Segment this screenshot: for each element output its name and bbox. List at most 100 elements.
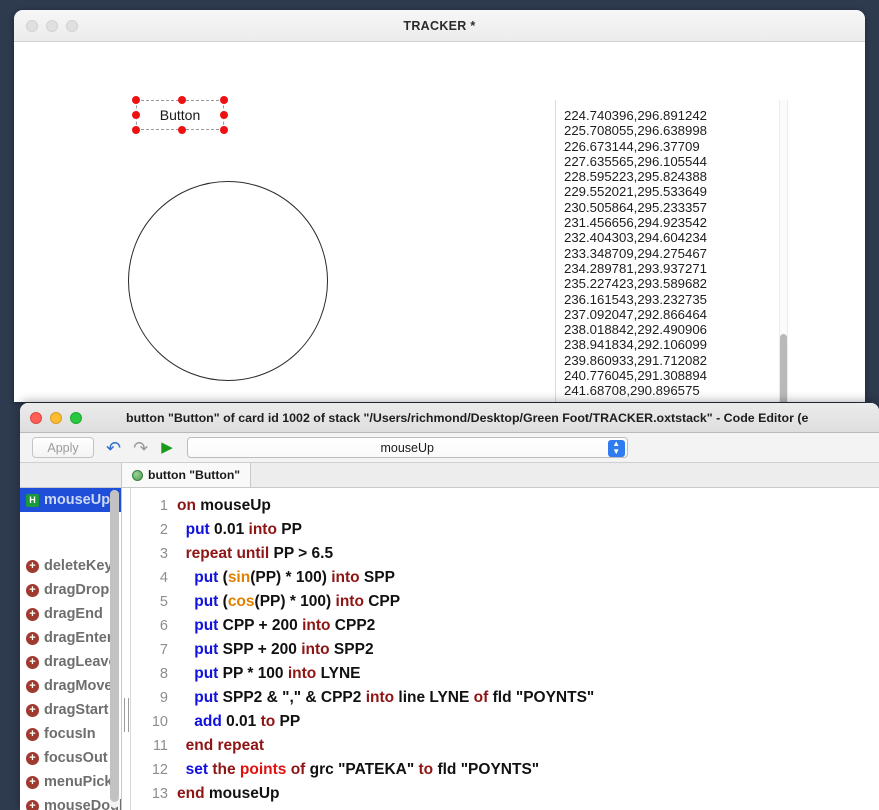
code-token: PP (276, 521, 302, 538)
handler-list-item-dragend[interactable]: + dragEnd (20, 602, 121, 626)
handler-list-item-menupick[interactable]: + menuPick (20, 770, 121, 794)
code-editor-tabbar: button "Button" (20, 463, 879, 488)
minimize-button[interactable] (50, 412, 62, 424)
zoom-button[interactable] (70, 412, 82, 424)
handler-list-scrollbar-thumb[interactable] (110, 490, 119, 802)
code-token: put (194, 665, 219, 682)
code-line-text: put (sin(PP) * 100) into SPP (177, 569, 395, 587)
code-line[interactable]: 4 put (sin(PP) * 100) into SPP (131, 569, 879, 593)
code-line[interactable]: 10 add 0.01 to PP (131, 713, 879, 737)
poynts-line: 233.348709,294.275467 (564, 245, 708, 261)
add-handler-icon: + (26, 799, 39, 810)
code-line[interactable]: 13 end mouseUp (131, 785, 879, 809)
code-token: put (194, 641, 219, 658)
code-line[interactable]: 1 on mouseUp (131, 497, 879, 521)
resize-handle-middle-right[interactable] (220, 111, 228, 119)
tab-button-script[interactable]: button "Button" (122, 463, 252, 487)
code-token: into (248, 521, 277, 538)
poynts-line: 240.776045,291.308894 (564, 368, 708, 384)
code-editor-window: button "Button" of card id 1002 of stack… (20, 403, 879, 810)
handler-list-item-dragstart[interactable]: + dragStart (20, 698, 121, 722)
poynts-scrollbar-thumb[interactable] (780, 334, 787, 402)
handler-list-item-deletekey[interactable]: + deleteKey (20, 554, 121, 578)
redo-arrow-icon[interactable]: ↷ (133, 439, 148, 457)
handler-list-item-focusout[interactable]: + focusOut (20, 746, 121, 770)
resize-handle-middle-left[interactable] (132, 111, 140, 119)
code-line[interactable]: 3 repeat until PP > 6.5 (131, 545, 879, 569)
resize-handle-top-left[interactable] (132, 96, 140, 104)
pane-divider[interactable] (122, 488, 131, 810)
code-line[interactable]: 12 set the points of grc "PATEKA" to fld… (131, 761, 879, 785)
code-line[interactable]: 11 end repeat (131, 737, 879, 761)
handler-list-item-dragdrop[interactable]: + dragDrop (20, 578, 121, 602)
handler-list-item-focusin[interactable]: + focusIn (20, 722, 121, 746)
code-lines: 1 on mouseUp 2 put 0.01 into PP 3 repeat un… (131, 497, 879, 810)
tab-label: button "Button" (148, 468, 241, 482)
code-line[interactable]: 2 put 0.01 into PP (131, 521, 879, 545)
resize-handle-bottom-right[interactable] (220, 126, 228, 134)
undo-arrow-icon[interactable]: ↶ (106, 439, 121, 457)
resize-handle-bottom-center[interactable] (178, 126, 186, 134)
line-number: 10 (151, 714, 168, 730)
poynts-line: 224.740396,296.891242 (564, 108, 708, 123)
divider-grip-icon[interactable] (124, 698, 129, 732)
close-button-disabled (26, 20, 38, 32)
code-token: put (194, 569, 219, 586)
code-token: mouseUp (195, 497, 271, 514)
handler-list-item-label: dragStart (44, 702, 109, 718)
handler-list[interactable]: HmouseUp + deleteKey + dragDrop + dragEnd + drag… (20, 488, 122, 810)
play-triangle-icon[interactable]: ▶ (161, 440, 173, 455)
code-line-text: on mouseUp (177, 497, 271, 515)
minimize-button-disabled (46, 20, 58, 32)
tracker-card-canvas[interactable]: Button 224.740396,296.891242 225.708055,2… (14, 42, 865, 402)
handler-present-icon: H (26, 493, 39, 507)
handler-list-item-mouseup[interactable]: HmouseUp (20, 488, 121, 512)
button-object-selected[interactable]: Button (132, 96, 228, 134)
poynts-line: 229.552021,295.533649 (564, 184, 708, 200)
handler-list-items: HmouseUp + deleteKey + dragDrop + dragEnd + drag… (20, 488, 121, 810)
tracker-titlebar[interactable]: TRACKER * (14, 10, 865, 42)
code-line[interactable]: 7 put SPP + 200 into SPP2 (131, 641, 879, 665)
code-line-text: put PP * 100 into LYNE (177, 665, 361, 683)
add-handler-icon: + (26, 775, 39, 789)
resize-handle-top-center[interactable] (178, 96, 186, 104)
handler-list-item-dragleave[interactable]: + dragLeave (20, 650, 121, 674)
code-token: sin (227, 569, 251, 586)
code-token: SPP2 & "," & CPP2 (218, 689, 366, 706)
zoom-button-disabled (66, 20, 78, 32)
code-line[interactable]: 5 put (cos(PP) * 100) into CPP (131, 593, 879, 617)
code-token: on (177, 497, 196, 514)
poynts-text-field[interactable]: 224.740396,296.891242 225.708055,296.6389… (555, 100, 793, 402)
chevron-updown-icon[interactable]: ▲ ▼ (607, 439, 625, 457)
code-token: grc "PATEKA" (305, 761, 419, 778)
code-line[interactable]: 8 put PP * 100 into LYNE (131, 665, 879, 689)
code-editor-titlebar[interactable]: button "Button" of card id 1002 of stack… (20, 403, 879, 433)
code-text-area[interactable]: 1 on mouseUp 2 put 0.01 into PP 3 repeat un… (131, 488, 879, 810)
code-token: (PP) * 100) (254, 593, 336, 610)
code-line[interactable]: 6 put CPP + 200 into CPP2 (131, 617, 879, 641)
poynts-line: 226.673144,296.37709 (564, 138, 700, 154)
line-number: 11 (152, 738, 168, 754)
code-token: to (260, 713, 276, 730)
close-button[interactable] (30, 412, 42, 424)
handler-dropdown[interactable]: mouseUp ▲ ▼ (186, 437, 628, 458)
resize-handle-top-right[interactable] (220, 96, 228, 104)
code-token: LYNE (316, 665, 361, 682)
handler-list-item-dragmove[interactable]: + dragMove (20, 674, 121, 698)
apply-button[interactable]: Apply (32, 437, 94, 458)
editor-traffic-lights (30, 412, 82, 424)
code-line[interactable]: 9 put SPP2 & "," & CPP2 into line LYNE o… (131, 689, 879, 713)
code-line-text: repeat until PP > 6.5 (177, 545, 333, 563)
resize-handle-bottom-left[interactable] (132, 126, 140, 134)
handler-list-item-mousedoubleup[interactable]: +mouseDoubleUp (20, 794, 121, 810)
code-token: SPP + 200 (218, 641, 302, 658)
code-token: the (208, 761, 240, 778)
handler-list-item-dragenter[interactable]: + dragEnter (20, 626, 121, 650)
poynts-line: 228.595223,295.824388 (564, 169, 708, 185)
poynts-line: 231.456656,294.923542 (564, 215, 708, 231)
pateka-circle-graphic[interactable] (128, 181, 328, 381)
